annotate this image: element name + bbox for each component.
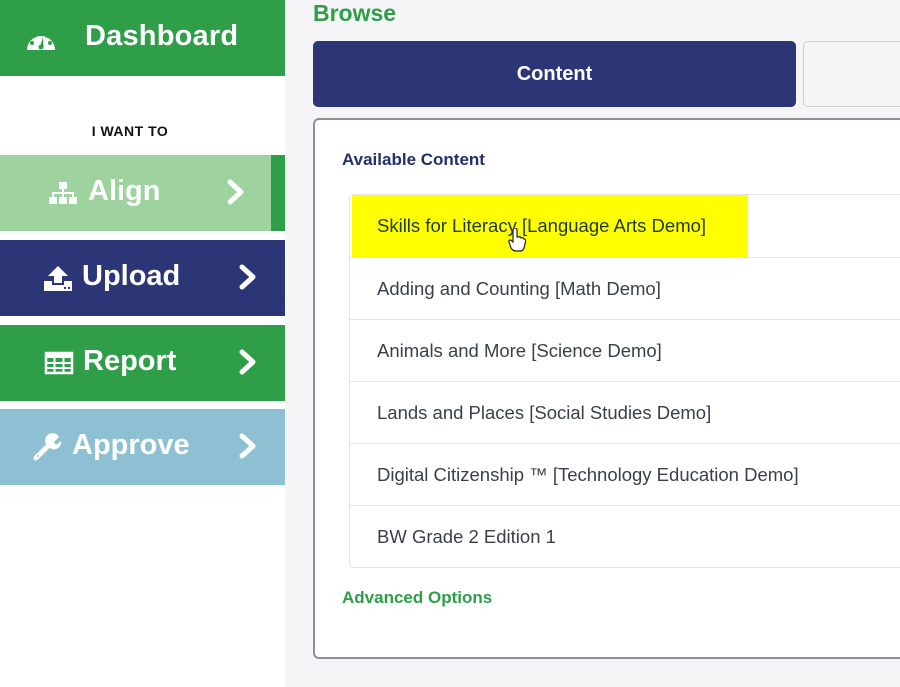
chevron-right-icon xyxy=(227,179,244,205)
sidebar-item-approve[interactable]: Approve xyxy=(0,409,285,485)
list-item[interactable]: Adding and Counting [Math Demo] xyxy=(350,257,900,319)
tab-secondary[interactable] xyxy=(803,41,900,107)
list-item[interactable]: Digital Citizenship ™ [Technology Educat… xyxy=(350,443,900,505)
sidebar-item-label: Report xyxy=(83,345,177,377)
content-list: Skills for Literacy [Language Arts Demo]… xyxy=(349,194,900,568)
list-item-label: BW Grade 2 Edition 1 xyxy=(377,526,556,547)
sidebar: Dashboard I WANT TO Align Upload Report … xyxy=(0,0,285,687)
sitemap-icon xyxy=(49,182,77,204)
sidebar-item-label: Upload xyxy=(82,260,181,292)
dashboard-label: Dashboard xyxy=(85,20,239,52)
main-content: Browse Content Available Content Skills … xyxy=(285,0,900,687)
wrench-icon xyxy=(33,433,62,461)
chevron-right-icon xyxy=(239,433,256,459)
hand-pointer-cursor-icon xyxy=(508,228,526,252)
dashboard-button[interactable]: Dashboard xyxy=(0,0,285,76)
content-panel: Available Content Skills for Literacy [L… xyxy=(313,118,900,659)
advanced-options-link[interactable]: Advanced Options xyxy=(342,588,492,608)
chevron-right-icon xyxy=(239,349,256,375)
upload-icon xyxy=(44,266,72,291)
list-item[interactable]: Skills for Literacy [Language Arts Demo] xyxy=(350,195,900,258)
active-indicator xyxy=(271,155,285,231)
sidebar-item-label: Align xyxy=(88,175,161,207)
sidebar-item-upload[interactable]: Upload xyxy=(0,240,285,316)
section-heading: I WANT TO xyxy=(91,123,169,139)
panel-heading: Available Content xyxy=(342,150,485,169)
list-item-label: Animals and More [Science Demo] xyxy=(377,340,662,361)
sidebar-item-align[interactable]: Align xyxy=(0,155,285,231)
list-item-label: Adding and Counting [Math Demo] xyxy=(377,278,661,299)
list-item[interactable]: BW Grade 2 Edition 1 xyxy=(350,505,900,567)
tab-content[interactable]: Content xyxy=(313,41,796,107)
tachometer-icon xyxy=(27,31,55,50)
page-title: Browse xyxy=(313,0,397,26)
sidebar-item-label: Approve xyxy=(72,429,190,461)
list-item[interactable]: Animals and More [Science Demo] xyxy=(350,319,900,381)
chevron-right-icon xyxy=(239,264,256,290)
list-item[interactable]: Lands and Places [Social Studies Demo] xyxy=(350,381,900,443)
sidebar-item-report[interactable]: Report xyxy=(0,325,285,401)
list-item-label: Digital Citizenship ™ [Technology Educat… xyxy=(377,464,799,485)
list-item-label: Skills for Literacy [Language Arts Demo] xyxy=(377,215,707,236)
list-item-label: Lands and Places [Social Studies Demo] xyxy=(377,402,712,423)
table-icon xyxy=(44,351,74,375)
